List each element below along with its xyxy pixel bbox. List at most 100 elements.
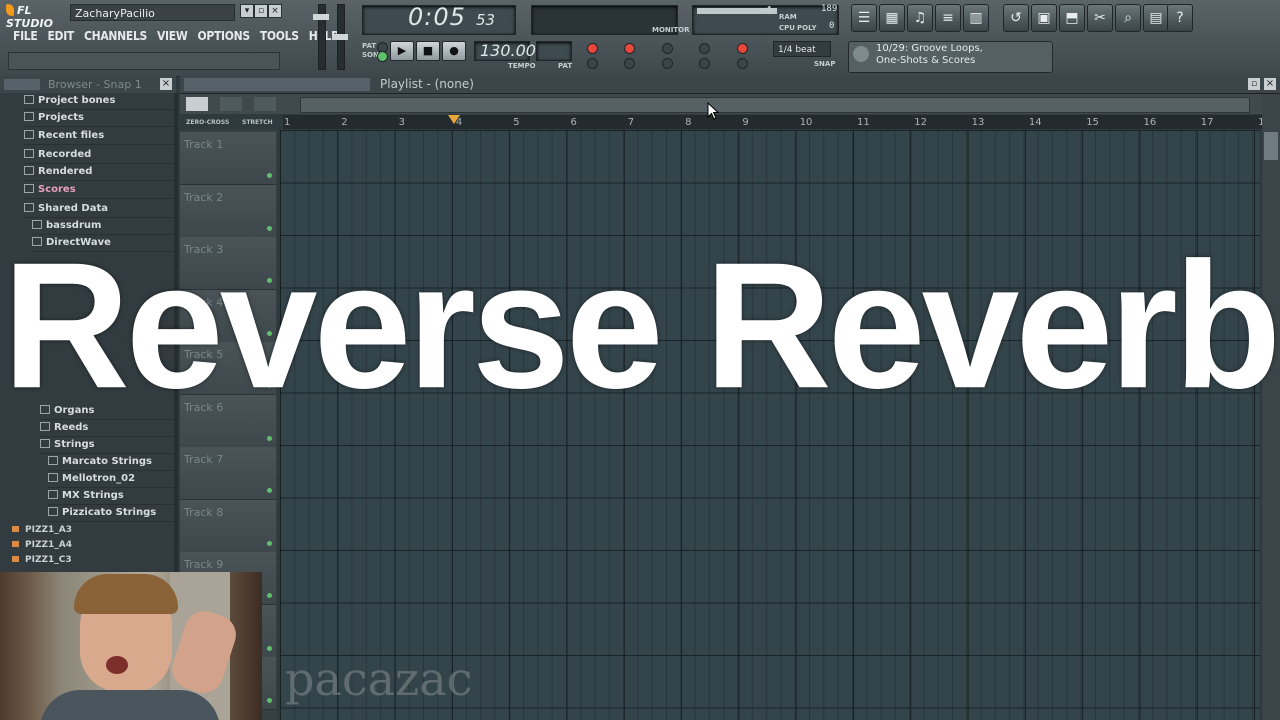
menu-edit[interactable]: EDIT: [42, 27, 79, 45]
project-name-field[interactable]: ZacharyPacilio: [70, 4, 235, 21]
browser-file[interactable]: PIZZ1_C3: [12, 553, 72, 567]
close-browser-icon[interactable]: ×: [160, 78, 172, 90]
ruler-bar-number: 5: [513, 117, 520, 128]
automation-view-icon[interactable]: [220, 97, 242, 111]
browser-options-icon[interactable]: [4, 79, 40, 90]
playlist-icon[interactable]: ☰: [851, 4, 877, 32]
metronome-toggle[interactable]: [587, 43, 598, 54]
undo-icon[interactable]: ↺: [1003, 4, 1029, 32]
ruler-bar-number: 1: [284, 117, 291, 128]
channel-watermark: pacazac: [285, 652, 473, 706]
mixer-icon[interactable]: ▥: [963, 4, 989, 32]
video-title-overlay: Reverse Reverb: [2, 226, 1280, 426]
step-sequencer-icon[interactable]: ▦: [879, 4, 905, 32]
browser-icon[interactable]: ≡: [935, 4, 961, 32]
playlist-title[interactable]: Playlist - (none): [380, 77, 474, 91]
notes-icon[interactable]: ▤: [1143, 4, 1169, 32]
play-button[interactable]: ▶: [390, 41, 414, 61]
menu-tools[interactable]: TOOLS: [255, 27, 304, 45]
menu-file[interactable]: FILE: [8, 27, 42, 45]
export-icon[interactable]: ⬒: [1059, 4, 1085, 32]
menu-view[interactable]: VIEW: [152, 27, 192, 45]
browser-folder[interactable]: Recent files: [24, 128, 174, 145]
master-pitch-handle[interactable]: [332, 34, 348, 40]
track-header[interactable]: Track 8: [180, 499, 276, 553]
snap-selector[interactable]: 1/4 beat: [773, 41, 831, 57]
song-mode-toggle[interactable]: [377, 51, 388, 62]
search-icon[interactable]: ⌕: [1115, 4, 1141, 32]
recording-filter-toggle[interactable]: [699, 43, 710, 54]
record-button[interactable]: ●: [442, 41, 466, 61]
piano-roll-icon[interactable]: ♫: [907, 4, 933, 32]
track-header[interactable]: Track 7: [180, 447, 276, 500]
playlist-tools[interactable]: [184, 78, 370, 91]
poly-label: POLY: [797, 24, 817, 32]
ruler-bar-number: 13: [971, 117, 985, 128]
timeline-ruler[interactable]: [283, 115, 1263, 129]
folder-icon: [24, 149, 34, 158]
menu-options[interactable]: OPTIONS: [192, 27, 254, 45]
folder-icon: [48, 456, 58, 465]
audio-file-icon: [12, 556, 19, 562]
restore-window-icon[interactable]: ▫: [254, 4, 268, 18]
wait-toggle[interactable]: [587, 58, 598, 69]
stop-button[interactable]: ■: [416, 41, 440, 61]
close-window-icon[interactable]: ×: [268, 4, 282, 18]
master-volume-handle[interactable]: [313, 14, 329, 20]
browser-folder[interactable]: Scores: [24, 182, 174, 199]
browser-file[interactable]: PIZZ1_A3: [12, 523, 72, 537]
track-header[interactable]: Track 1: [180, 132, 276, 185]
track-mute-led[interactable]: [267, 435, 272, 441]
close-playlist-icon[interactable]: ×: [1264, 78, 1276, 90]
blend-toggle[interactable]: [624, 58, 635, 69]
track-mute-led[interactable]: [267, 173, 272, 178]
browser-folder-label: Recent files: [38, 130, 105, 141]
browser-folder[interactable]: Shared Data: [24, 201, 174, 218]
pat-mode-label: PAT: [362, 42, 377, 50]
zero-cross-label[interactable]: ZERO-CROSS: [186, 119, 229, 126]
vertical-scroll-thumb[interactable]: [1264, 132, 1278, 160]
browser-folder[interactable]: Project bones: [24, 93, 174, 110]
pattern-view-icon[interactable]: [186, 97, 208, 111]
track-mute-led[interactable]: [267, 593, 272, 598]
browser-folder[interactable]: Projects: [24, 110, 174, 127]
browser-folder[interactable]: MX Strings: [48, 488, 174, 505]
browser-folder[interactable]: Mellotron_02: [48, 471, 174, 488]
browser-file[interactable]: PIZZ1_A4: [12, 538, 72, 552]
horizontal-scrollbar[interactable]: [300, 97, 1250, 113]
menu-channels[interactable]: CHANNELS: [79, 27, 152, 45]
step-edit-toggle[interactable]: [662, 58, 673, 69]
help-icon[interactable]: ?: [1167, 4, 1193, 32]
audio-view-icon[interactable]: [254, 97, 276, 111]
browser-folder-label: Mellotron_02: [62, 473, 136, 484]
pattern-selector[interactable]: [536, 41, 572, 61]
maximize-playlist-icon[interactable]: ▫: [1248, 78, 1260, 90]
monitor-label: MONITOR: [652, 26, 690, 34]
presenter-webcam: [0, 572, 262, 720]
track-mute-led[interactable]: [267, 698, 272, 703]
multilink-toggle[interactable]: [737, 43, 748, 54]
pattern-label: PAT: [558, 62, 573, 70]
song-position-marker[interactable]: [448, 115, 460, 124]
save-icon[interactable]: ▣: [1031, 4, 1057, 32]
ruler-bar-number: 8: [685, 117, 692, 128]
typing-keyboard-toggle[interactable]: [662, 43, 673, 54]
browser-folder[interactable]: Pizzicato Strings: [48, 505, 174, 522]
snap-toggle[interactable]: [737, 58, 748, 69]
browser-folder[interactable]: Rendered: [24, 164, 174, 181]
countdown-toggle[interactable]: [624, 43, 635, 54]
track-mute-led[interactable]: [267, 540, 272, 546]
ruler-bar-number: 10: [799, 117, 813, 128]
loop-record-toggle[interactable]: [699, 58, 710, 69]
stretch-label[interactable]: STRETCH: [242, 119, 273, 126]
browser-folder[interactable]: Strings: [40, 437, 174, 454]
browser-folder[interactable]: Recorded: [24, 147, 174, 164]
dropdown-arrow-icon[interactable]: ▾: [240, 4, 254, 18]
track-mute-led[interactable]: [267, 488, 272, 493]
counter-4: 4: [766, 5, 772, 14]
track-name: Track 8: [184, 505, 224, 519]
track-mute-led[interactable]: [267, 645, 272, 651]
cut-icon[interactable]: ✂: [1087, 4, 1113, 32]
browser-folder-label: Marcato Strings: [62, 456, 153, 467]
browser-folder[interactable]: Marcato Strings: [48, 454, 174, 471]
